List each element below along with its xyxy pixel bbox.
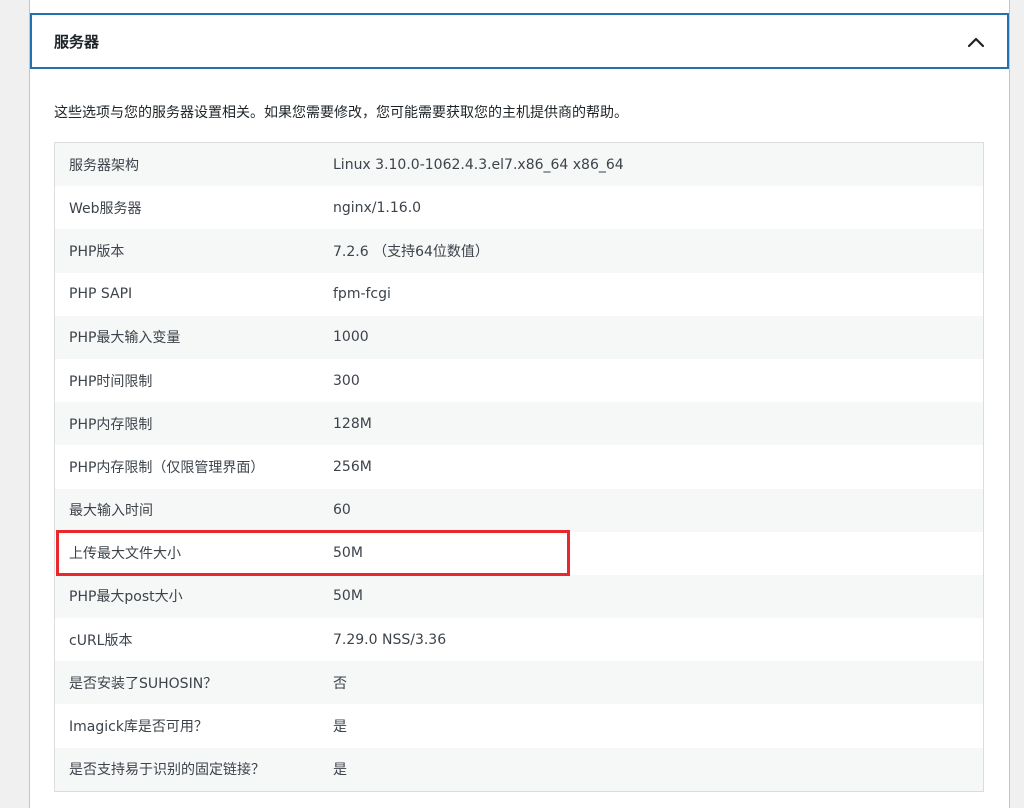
row-label: PHP SAPI	[69, 286, 133, 303]
row-label: Web服务器	[69, 200, 142, 217]
table-row: Web服务器 nginx/1.16.0	[55, 186, 983, 230]
section-description: 这些选项与您的服务器设置相关。如果您需要修改，您可能需要获取您的主机提供商的帮助…	[54, 105, 628, 121]
row-value: Linux 3.10.0-1062.4.3.el7.x86_64 x86_64	[333, 156, 624, 173]
row-label: 最大输入时间	[69, 503, 153, 520]
row-value: 是	[333, 719, 347, 736]
table-row: 是否安装了SUHOSIN？ 否	[55, 661, 983, 705]
row-label: 是否支持易于识别的固定链接？	[69, 762, 265, 779]
table-row: PHP版本 7.2.6 （支持64位数值）	[55, 229, 983, 273]
table-row: PHP SAPI fpm-fcgi	[55, 272, 983, 316]
table-row: PHP最大输入变量 1000	[55, 315, 983, 359]
table-row: 是否支持易于识别的固定链接？ 是	[55, 747, 983, 791]
row-value: 否	[333, 675, 347, 692]
row-value: fpm-fcgi	[333, 286, 391, 303]
row-value: 50M	[333, 545, 363, 562]
table-row: 最大输入时间 60	[55, 488, 983, 532]
row-label: cURL版本	[69, 632, 133, 649]
table-row: PHP时间限制 300	[55, 358, 983, 403]
server-section-toggle[interactable]: 服务器	[30, 13, 1009, 69]
section-title: 服务器	[54, 32, 100, 51]
table-row: PHP内存限制 128M	[55, 402, 983, 446]
table-row: Imagick库是否可用？ 是	[55, 704, 983, 748]
row-value: 128M	[333, 415, 372, 432]
site-health-panel: 服务器 这些选项与您的服务器设置相关。如果您需要修改，您可能需要获取您的主机提供…	[29, 0, 1010, 808]
row-value: 256M	[333, 458, 372, 475]
row-label: 服务器架构	[69, 157, 139, 174]
server-info-table: 服务器架构 Linux 3.10.0-1062.4.3.el7.x86_64 x…	[54, 142, 984, 792]
row-label: Imagick库是否可用？	[69, 719, 208, 736]
row-value: 7.2.6 （支持64位数值）	[333, 243, 489, 260]
row-label: 上传最大文件大小	[69, 546, 181, 563]
table-row: PHP内存限制（仅限管理界面） 256M	[55, 445, 983, 489]
row-value: 是	[333, 762, 347, 779]
table-row: cURL版本 7.29.0 NSS/3.36	[55, 618, 983, 662]
row-label: PHP最大输入变量	[69, 330, 181, 347]
row-label: PHP内存限制	[69, 416, 153, 433]
row-label: PHP最大post大小	[69, 589, 183, 606]
chevron-up-icon	[967, 37, 985, 48]
table-row: 上传最大文件大小 50M	[55, 531, 983, 575]
row-label: PHP内存限制（仅限管理界面）	[69, 459, 265, 476]
table-row: 服务器架构 Linux 3.10.0-1062.4.3.el7.x86_64 x…	[55, 143, 983, 187]
row-label: PHP版本	[69, 243, 125, 260]
row-value: 60	[333, 502, 351, 519]
row-value: 300	[333, 372, 360, 389]
row-value: nginx/1.16.0	[333, 199, 422, 216]
row-value: 1000	[333, 329, 369, 346]
row-label: 是否安装了SUHOSIN？	[69, 675, 218, 692]
row-label: PHP时间限制	[69, 373, 153, 390]
row-value: 7.29.0 NSS/3.36	[333, 631, 447, 648]
table-row: PHP最大post大小 50M	[55, 574, 983, 619]
row-value: 50M	[333, 588, 363, 605]
